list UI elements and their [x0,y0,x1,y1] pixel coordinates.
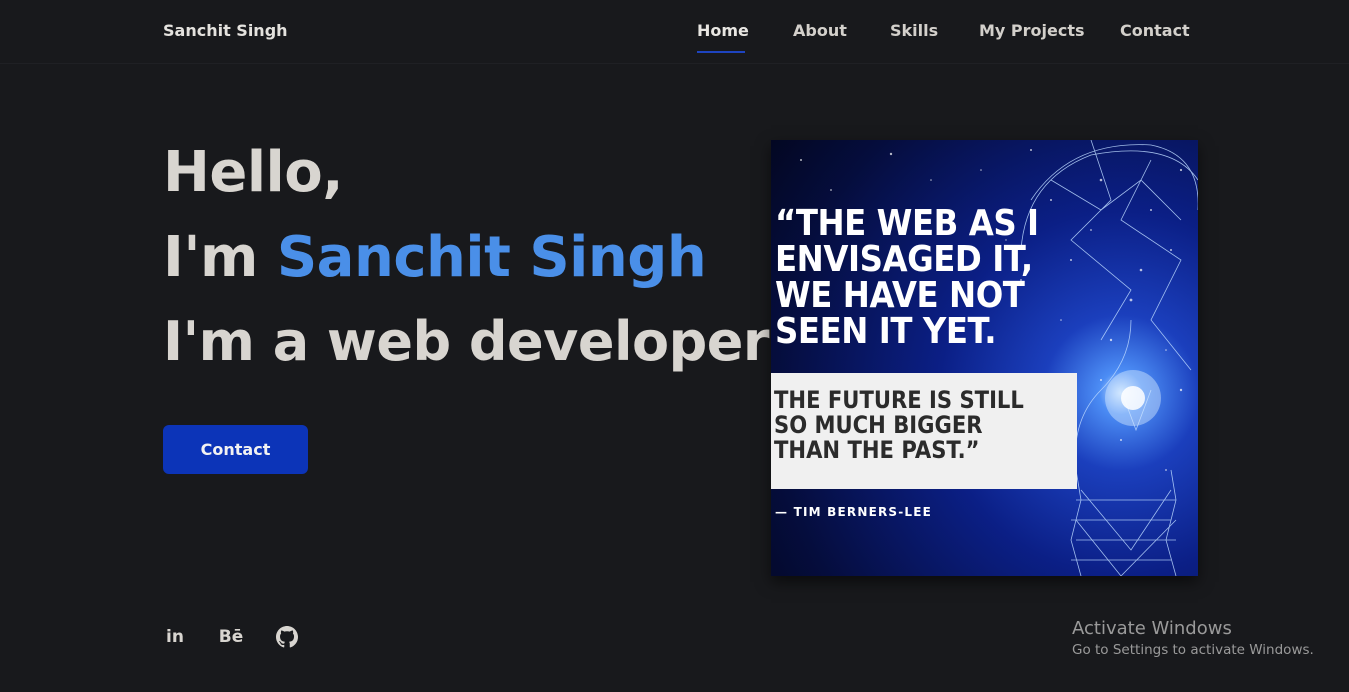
nav-link-home[interactable]: Home [697,21,749,40]
behance-glyph: Bē [218,627,244,647]
hero-name: Sanchit Singh [276,225,707,290]
quote-line: WE HAVE NOT [775,275,1025,316]
hero-quote-image: “THE WEB AS I ENVISAGED IT, WE HAVE NOT … [771,140,1198,576]
github-icon[interactable] [275,625,299,649]
active-nav-indicator [697,51,745,53]
brand-logo[interactable]: Sanchit Singh [163,21,288,40]
quote-main-text: “THE WEB AS I ENVISAGED IT, WE HAVE NOT … [775,206,1039,350]
hero-greeting: Hello, [163,140,343,205]
linkedin-icon[interactable]: in [163,625,187,649]
nav-link-my-projects[interactable]: My Projects [979,21,1085,40]
quote-sub-box: THE FUTURE IS STILL SO MUCH BIGGER THAN … [771,373,1077,489]
github-glyph [276,626,298,648]
activation-title: Activate Windows [1072,618,1232,639]
activation-subtitle: Go to Settings to activate Windows. [1072,642,1314,658]
quote-line: “THE WEB AS I [775,203,1039,244]
behance-icon[interactable]: Bē [218,625,244,649]
contact-button[interactable]: Contact [163,425,308,474]
quote-line: SEEN IT YET. [775,311,997,352]
nav-link-skills[interactable]: Skills [890,21,938,40]
quote-sub-line: SO MUCH BIGGER [774,411,983,439]
quote-sub-line: THE FUTURE IS STILL [774,386,1024,414]
hero-intro: I'm Sanchit Singh [163,225,707,290]
windows-activation-watermark: Activate Windows Go to Settings to activ… [1072,618,1314,658]
linkedin-glyph: in [166,627,184,647]
hero-intro-prefix: I'm [163,225,277,290]
navbar: Sanchit Singh Home About Skills My Proje… [0,0,1349,64]
quote-sub-line: THAN THE PAST.” [774,436,980,464]
quote-line: ENVISAGED IT, [775,239,1033,280]
hero-role: I'm a web developer [163,310,770,373]
quote-sub-text: THE FUTURE IS STILL SO MUCH BIGGER THAN … [774,388,1024,463]
nav-link-about[interactable]: About [793,21,847,40]
quote-author: — TIM BERNERS-LEE [775,505,933,519]
nav-link-contact[interactable]: Contact [1120,21,1190,40]
